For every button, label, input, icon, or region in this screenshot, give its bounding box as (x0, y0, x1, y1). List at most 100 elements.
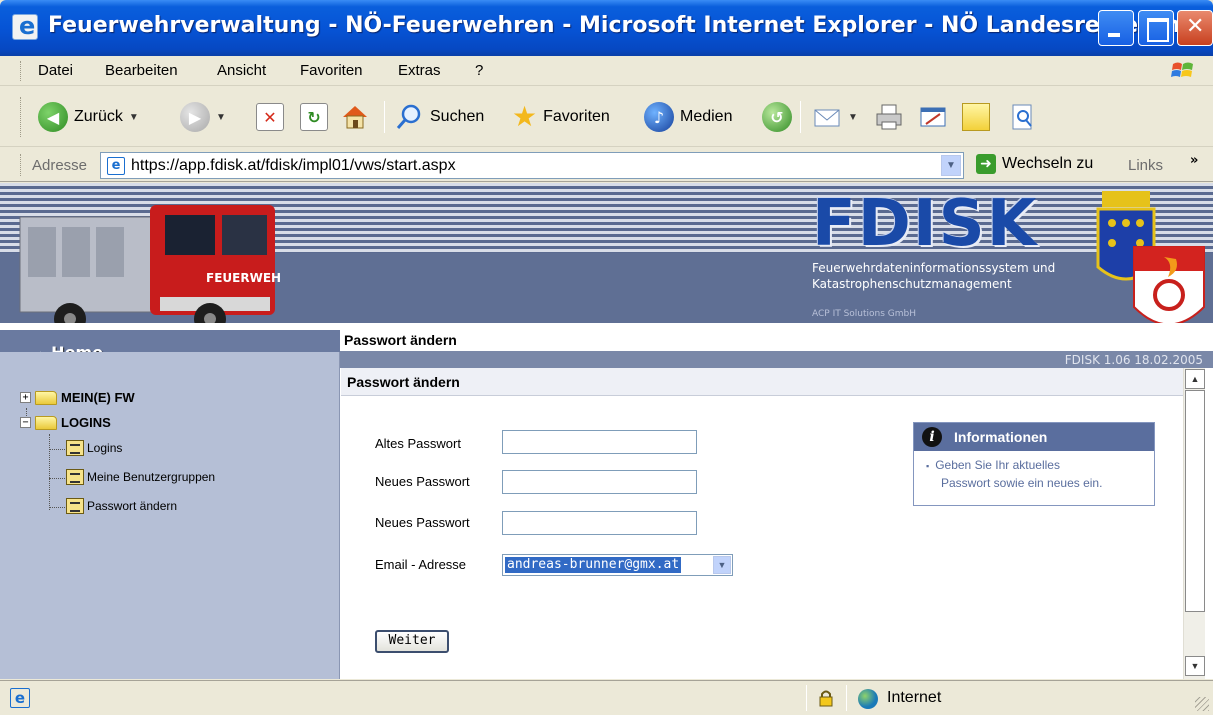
edit-button[interactable] (918, 100, 948, 134)
vertical-scrollbar[interactable]: ▲ ▼ (1183, 368, 1205, 679)
refresh-icon: ↻ (300, 103, 328, 131)
windows-logo-icon (1171, 62, 1193, 77)
menu-bar: Datei Bearbeiten Ansicht Favoriten Extra… (0, 56, 1213, 86)
info-text-line1: Geben Sie Ihr aktuelles (935, 458, 1060, 472)
collapse-minus-icon[interactable]: − (20, 417, 31, 428)
fire-truck-image: FEUERWEHR (19, 205, 280, 323)
favorites-star-icon: ★ (512, 101, 538, 132)
resize-grip[interactable] (1195, 697, 1209, 711)
sidebar-tree: + MEIN(E) FW − LOGINS Logins Meine Benut… (0, 352, 340, 679)
address-url[interactable]: https://app.fdisk.at/fdisk/impl01/vws/st… (131, 157, 456, 175)
addressbar-grip[interactable] (20, 154, 23, 176)
info-text-line2: Passwort sowie ein neues ein. (941, 476, 1103, 490)
tree-connector (49, 434, 50, 510)
tree-label-mein-fw[interactable]: MEIN(E) FW (61, 390, 135, 405)
media-label: Medien (680, 108, 733, 125)
tree-item-label[interactable]: Meine Benutzergruppen (87, 470, 215, 484)
new-password-input[interactable] (502, 470, 697, 494)
stop-button[interactable]: ✕ (256, 100, 284, 134)
scroll-thumb[interactable] (1185, 390, 1205, 612)
print-button[interactable] (874, 100, 904, 134)
tree-node-logins[interactable]: − LOGINS (20, 415, 111, 430)
panel-title: Passwort ändern (347, 374, 460, 390)
search-label: Suchen (430, 108, 485, 125)
mail-button[interactable]: ▼ (812, 100, 858, 134)
version-text: FDISK 1.06 18.02.2005 (1064, 353, 1203, 367)
email-select[interactable]: andreas-brunner@gmx.at ▼ (502, 554, 733, 576)
media-icon: ♪ (644, 102, 674, 132)
refresh-button[interactable]: ↻ (300, 100, 328, 134)
tree-item-meine-benutzergruppen[interactable]: Meine Benutzergruppen (66, 469, 215, 485)
minimize-button[interactable] (1098, 10, 1134, 46)
tree-item-label[interactable]: Passwort ändern (87, 499, 177, 513)
menu-favoriten[interactable]: Favoriten (300, 62, 363, 79)
toolbar-grip[interactable] (20, 97, 23, 137)
title-bar[interactable]: Feuerwehrverwaltung - NÖ-Feuerwehren - M… (0, 0, 1213, 56)
tree-node-mein-fw[interactable]: + MEIN(E) FW (20, 390, 135, 405)
email-label: Email - Adresse (375, 557, 467, 572)
scroll-up-icon[interactable]: ▲ (1185, 369, 1205, 389)
history-icon: ↺ (762, 102, 792, 132)
scroll-down-icon[interactable]: ▼ (1185, 656, 1205, 676)
document-icon (66, 440, 84, 456)
chevron-down-icon[interactable]: ▼ (713, 556, 731, 574)
window-title: Feuerwehrverwaltung - NÖ-Feuerwehren - M… (48, 13, 1196, 38)
search-button[interactable]: Suchen (394, 100, 484, 134)
fdisk-subtitle-line1: Feuerwehrdateninformationssystem und (812, 261, 1056, 275)
back-label: Zurück (74, 108, 123, 125)
toolbar-separator (384, 101, 385, 133)
research-button[interactable] (1008, 100, 1038, 134)
info-box: i Informationen ▪ Geben Sie Ihr aktuelles… (913, 422, 1155, 506)
forward-button[interactable]: ▶ ▼ (180, 100, 226, 134)
menubar-grip[interactable] (20, 61, 23, 81)
ssl-lock-icon[interactable] (818, 689, 834, 707)
page-icon: e (107, 157, 125, 175)
expand-plus-icon[interactable]: + (20, 392, 31, 403)
menu-extras[interactable]: Extras (398, 62, 441, 79)
links-chevron-icon[interactable]: » (1190, 153, 1198, 168)
menu-ansicht[interactable]: Ansicht (217, 62, 266, 79)
folder-icon (35, 390, 57, 405)
tree-label-logins[interactable]: LOGINS (61, 415, 111, 430)
address-dropdown-icon[interactable]: ▼ (941, 155, 961, 176)
go-label: Wechseln zu (1002, 155, 1094, 172)
maximize-button[interactable] (1138, 10, 1174, 46)
menu-bearbeiten[interactable]: Bearbeiten (105, 62, 178, 79)
confirm-password-input[interactable] (502, 511, 697, 535)
weiter-button[interactable]: Weiter (375, 630, 449, 653)
address-label: Adresse (32, 157, 88, 174)
status-page-icon: e (10, 688, 30, 708)
fdisk-subtitle-line2: Katastrophenschutzmanagement (812, 277, 1012, 291)
status-separator (846, 685, 847, 711)
edit-icon (920, 107, 946, 127)
address-input[interactable]: e https://app.fdisk.at/fdisk/impl01/vws/… (100, 152, 964, 179)
standard-toolbar: ◀ Zurück ▼ ▶ ▼ ✕ ↻ Suchen ★ Favoriten ♪ … (0, 87, 1213, 147)
menu-datei[interactable]: Datei (38, 62, 73, 79)
back-button[interactable]: ◀ Zurück ▼ (38, 100, 139, 134)
note-icon (962, 103, 990, 131)
favorites-button[interactable]: ★ Favoriten (512, 100, 610, 134)
close-button[interactable] (1177, 10, 1213, 46)
tree-item-passwort-aendern[interactable]: Passwort ändern (66, 498, 177, 514)
old-password-input[interactable] (502, 430, 697, 454)
tree-item-label[interactable]: Logins (87, 441, 122, 455)
links-toolbar[interactable]: Links (1128, 157, 1163, 174)
history-button[interactable]: ↺ (762, 100, 792, 134)
mail-dropdown-icon[interactable]: ▼ (848, 112, 858, 123)
media-button[interactable]: ♪ Medien (644, 100, 732, 134)
confirm-password-label: Neues Passwort (375, 515, 470, 530)
tree-item-logins[interactable]: Logins (66, 440, 122, 456)
ie-window-icon[interactable] (12, 12, 38, 40)
discuss-button[interactable] (962, 100, 990, 134)
status-separator (806, 685, 807, 711)
go-button[interactable]: ➜ Wechseln zu (976, 154, 1093, 174)
back-dropdown-icon[interactable]: ▼ (129, 112, 139, 123)
document-icon (66, 469, 84, 485)
favorites-label: Favoriten (543, 108, 610, 125)
home-button[interactable] (340, 100, 370, 134)
folder-open-icon (35, 415, 57, 430)
info-title: Informationen (954, 429, 1048, 445)
menu-help[interactable]: ? (475, 62, 483, 79)
back-arrow-icon: ◀ (38, 102, 68, 132)
forward-dropdown-icon[interactable]: ▼ (216, 112, 226, 123)
